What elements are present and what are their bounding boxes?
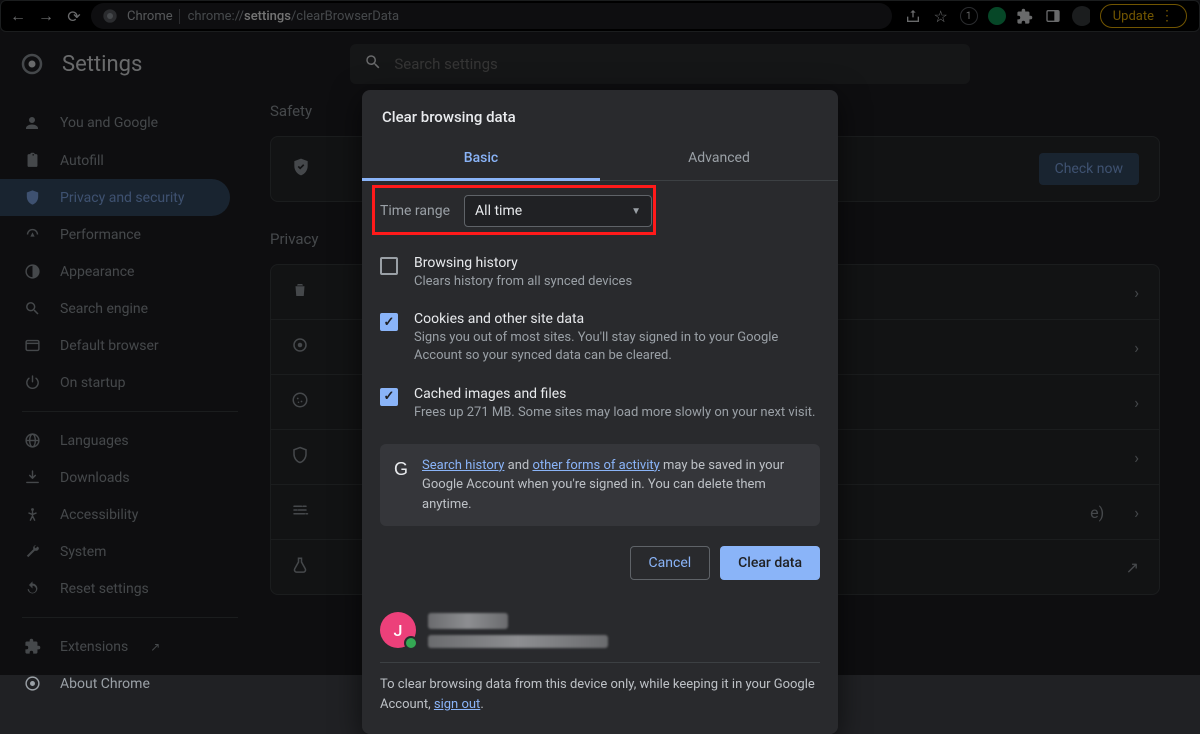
option-desc: Frees up 271 MB. Some sites may load mor…: [414, 404, 815, 422]
clear-data-button[interactable]: Clear data: [720, 546, 820, 580]
search-history-info: G Search history and other forms of acti…: [380, 444, 820, 527]
option-desc: Clears history from all synced devices: [414, 273, 632, 291]
cancel-button[interactable]: Cancel: [630, 546, 711, 580]
checkbox-browsing-history[interactable]: [380, 257, 398, 275]
time-range-label: Time range: [380, 203, 450, 219]
checkbox-cookies[interactable]: [380, 313, 398, 331]
tab-advanced[interactable]: Advanced: [600, 140, 838, 181]
option-browsing-history: Browsing history Clears history from all…: [380, 245, 820, 301]
sidebar-item-label: About Chrome: [60, 676, 150, 692]
dialog-footer-text: To clear browsing data from this device …: [380, 663, 820, 714]
option-title: Browsing history: [414, 255, 632, 271]
sign-out-link[interactable]: sign out: [434, 697, 480, 712]
account-avatar: J: [380, 612, 416, 648]
time-range-value: All time: [475, 203, 522, 219]
time-range-row: Time range All time ▼: [362, 181, 838, 241]
clear-options-list: Browsing history Clears history from all…: [362, 241, 838, 440]
other-activity-link[interactable]: other forms of activity: [532, 458, 659, 473]
option-cookies: Cookies and other site data Signs you ou…: [380, 301, 820, 375]
time-range-select[interactable]: All time ▼: [464, 195, 652, 227]
tab-basic[interactable]: Basic: [362, 140, 600, 181]
sync-status-icon: [404, 636, 418, 650]
account-email-redacted: [428, 635, 608, 648]
chrome-icon: [22, 675, 42, 692]
dialog-tabs: Basic Advanced: [362, 140, 838, 181]
option-title: Cached images and files: [414, 386, 815, 402]
account-name-redacted: [428, 613, 508, 629]
option-title: Cookies and other site data: [414, 311, 820, 327]
caret-down-icon: ▼: [631, 206, 641, 217]
dialog-account-section: J To clear browsing data from this devic…: [362, 598, 838, 734]
account-row: J: [380, 612, 820, 663]
option-cached-files: Cached images and files Frees up 271 MB.…: [380, 376, 820, 432]
dialog-actions: Cancel Clear data: [362, 538, 838, 598]
clear-browsing-data-dialog: Clear browsing data Basic Advanced Time …: [362, 90, 838, 734]
search-history-link[interactable]: Search history: [422, 458, 504, 473]
dialog-title: Clear browsing data: [362, 90, 838, 140]
checkbox-cached-files[interactable]: [380, 388, 398, 406]
account-identity: [428, 613, 608, 648]
option-desc: Signs you out of most sites. You'll stay…: [414, 329, 820, 365]
google-g-icon: G: [394, 456, 408, 483]
